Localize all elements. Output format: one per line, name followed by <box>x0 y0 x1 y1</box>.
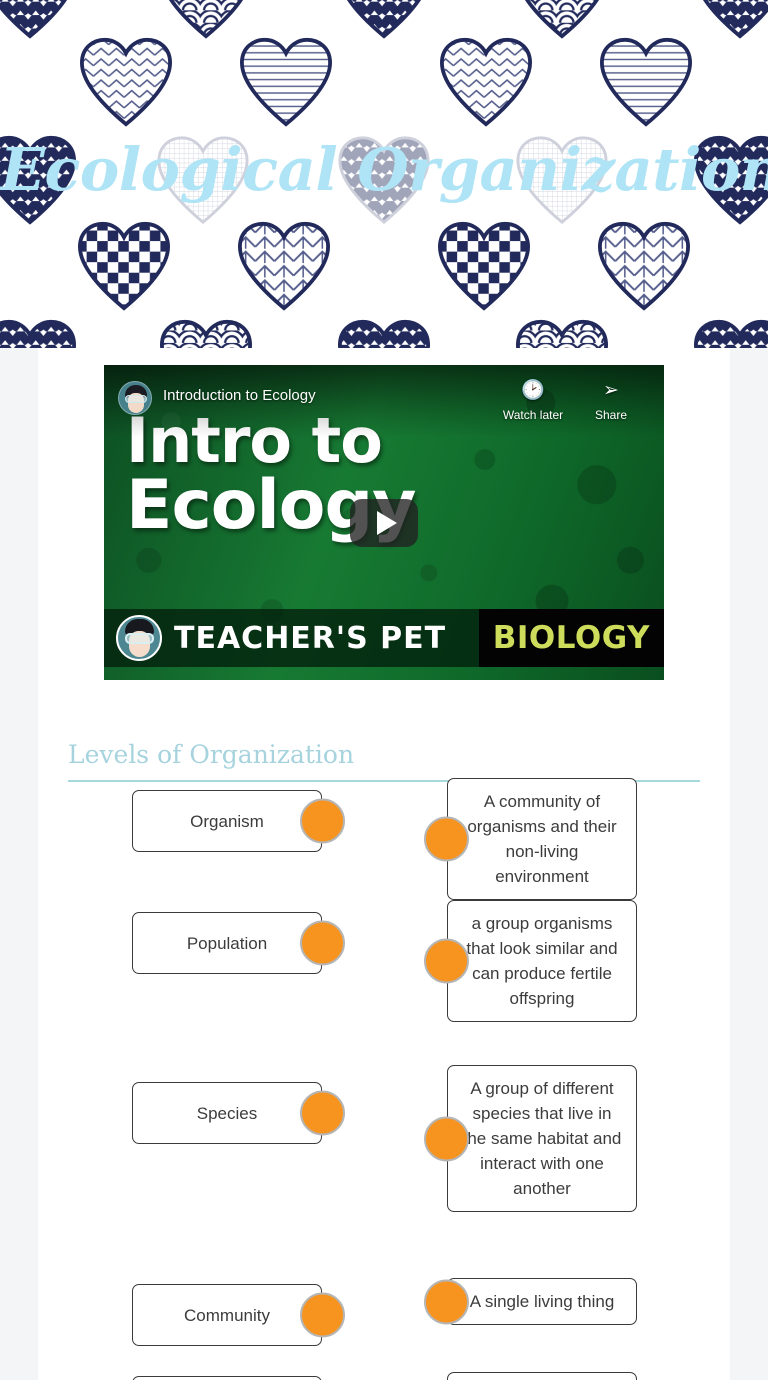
heart-icon <box>158 0 254 40</box>
page-header-banner: Ecological Organization <box>0 0 768 348</box>
term-card[interactable]: Organism <box>132 790 345 852</box>
match-row: Community A single living thing <box>38 1270 730 1356</box>
video-brand-bar: TEACHER'S PET BIOLOGY <box>104 609 664 667</box>
heart-icon <box>238 36 334 128</box>
connector-dot[interactable] <box>300 1292 345 1338</box>
heart-icon <box>76 220 172 312</box>
watch-later-button[interactable]: 🕑 Watch later <box>494 379 572 423</box>
match-row: all of the populations and <box>38 1372 730 1380</box>
heart-icon <box>236 220 332 312</box>
match-row: Species A group of different species tha… <box>38 1060 730 1250</box>
term-label: Species <box>196 1103 258 1123</box>
definition-card[interactable]: all of the populations and <box>447 1372 637 1380</box>
channel-avatar[interactable] <box>118 381 152 415</box>
page-root: Ecological Organization Intro to Ecology… <box>0 0 768 1380</box>
youtube-video-embed[interactable]: Intro to Ecology Introduction to Ecology… <box>104 365 664 680</box>
share-button[interactable]: ➢ Share <box>572 379 650 423</box>
share-arrow-icon: ➢ <box>603 380 619 401</box>
page-title: Ecological Organization <box>0 135 768 204</box>
heart-icon <box>596 220 692 312</box>
brand-name: TEACHER'S PET <box>174 620 447 656</box>
section-title: Levels of Organization <box>68 740 355 769</box>
heart-icon <box>336 0 432 40</box>
term-card[interactable]: Community <box>132 1284 345 1346</box>
heart-icon <box>336 318 432 348</box>
heart-icon <box>0 0 78 40</box>
video-title[interactable]: Introduction to Ecology <box>163 386 494 406</box>
definition-label: A single living thing <box>469 1292 615 1311</box>
connector-dot[interactable] <box>300 1090 345 1136</box>
heart-icon <box>598 36 694 128</box>
heart-icon <box>692 0 768 40</box>
page-title-container: Ecological Organization <box>0 140 768 199</box>
heart-icon <box>78 36 174 128</box>
connector-dot[interactable] <box>424 1279 469 1324</box>
match-row: Population a group organisms that look s… <box>38 890 730 1040</box>
watch-later-label: Watch later <box>502 408 564 422</box>
term-label: Community <box>184 1305 270 1325</box>
connector-dot[interactable] <box>424 816 469 862</box>
matching-activity: Organism A community of organisms and th… <box>38 778 730 1380</box>
definition-label: A group of different species that live i… <box>462 1079 622 1198</box>
term-card[interactable]: Species <box>132 1082 345 1144</box>
play-triangle-icon <box>376 510 397 535</box>
connector-dot[interactable] <box>424 1116 469 1161</box>
share-label: Share <box>594 408 628 422</box>
term-card[interactable] <box>132 1376 322 1380</box>
heart-icon <box>514 318 610 348</box>
section-header: Levels of Organization <box>68 740 700 782</box>
heart-icon <box>438 36 534 128</box>
brand-avatar-glasses-icon <box>125 633 154 644</box>
brand-avatar <box>116 615 162 661</box>
definition-card[interactable]: a group organisms that look similar and … <box>424 900 637 1022</box>
heart-icon <box>158 318 254 348</box>
definition-label: a group organisms that look similar and … <box>466 914 618 1008</box>
match-row: Organism A community of organisms and th… <box>38 778 730 900</box>
clock-icon: 🕑 <box>521 380 545 401</box>
definition-card[interactable]: A group of different species that live i… <box>424 1065 637 1212</box>
avatar-glasses-icon <box>125 395 147 403</box>
definition-card[interactable]: A single living thing <box>424 1278 637 1325</box>
connector-dot[interactable] <box>300 920 345 966</box>
video-top-bar: Introduction to Ecology 🕑 Watch later ➢ … <box>104 365 664 437</box>
term-label: Population <box>186 933 268 953</box>
definition-card[interactable]: A community of organisms and their non-l… <box>424 778 637 900</box>
heart-icon <box>436 220 532 312</box>
term-card[interactable]: Population <box>132 912 345 974</box>
definition-label: A community of organisms and their non-l… <box>467 792 617 886</box>
heart-icon <box>514 0 610 40</box>
heart-icon <box>692 318 768 348</box>
connector-dot[interactable] <box>300 798 345 844</box>
play-button[interactable] <box>350 498 418 547</box>
heart-icon <box>0 318 78 348</box>
content-column: Intro to Ecology Introduction to Ecology… <box>38 348 730 1380</box>
brand-subject-badge: BIOLOGY <box>478 609 664 667</box>
term-label: Organism <box>190 811 264 831</box>
connector-dot[interactable] <box>424 938 469 984</box>
